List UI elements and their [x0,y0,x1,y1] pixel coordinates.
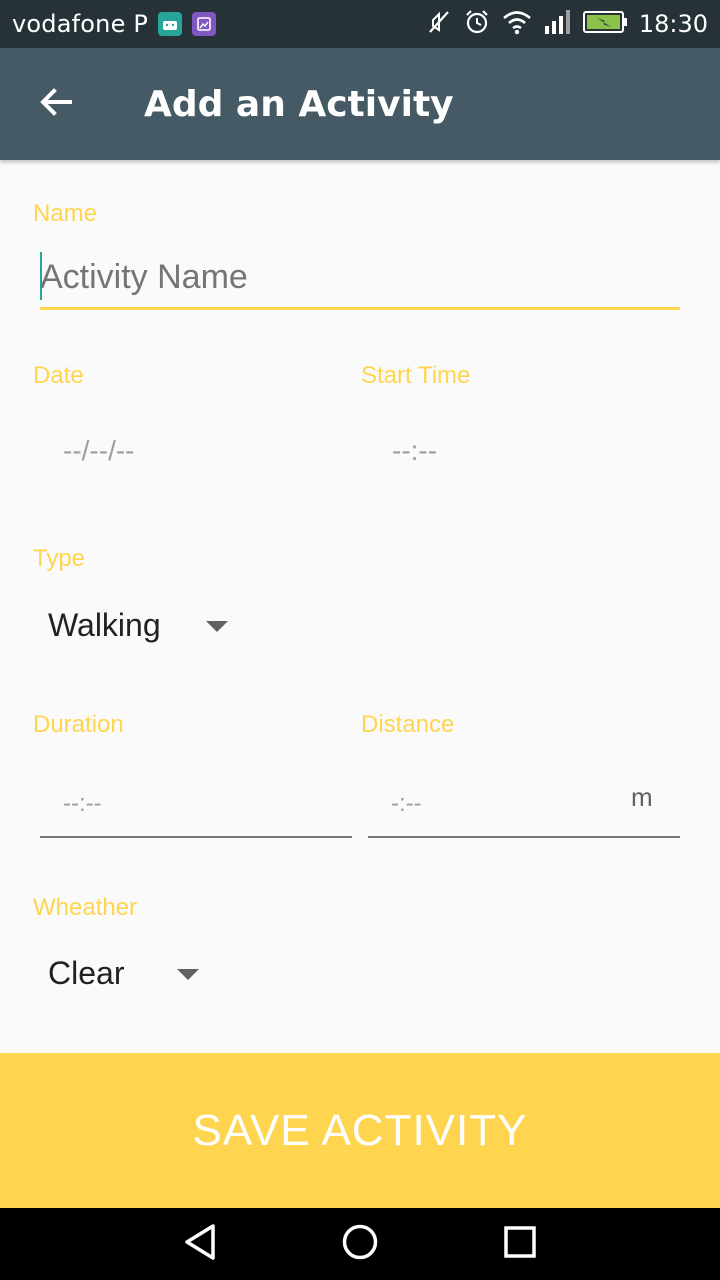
chevron-down-icon [177,969,199,980]
android-notification-icon [158,12,183,36]
type-selected-value: Walking [48,607,161,643]
status-bar: vodafone P 18:30 [0,0,720,48]
duration-label: Duration [33,711,124,738]
battery-charging-icon [582,9,629,39]
carrier-name: vodafone P [12,10,149,38]
duration-underline [40,836,352,838]
distance-unit: m [631,782,653,812]
status-left: vodafone P [12,10,217,38]
mute-icon [425,8,453,40]
date-picker[interactable]: --/--/-- [63,435,135,467]
status-time: 18:30 [638,10,708,38]
wifi-icon [501,8,533,40]
recents-square-icon [503,1225,537,1263]
page-title: Add an Activity [144,83,454,125]
weather-selected-value: Clear [48,955,125,991]
distance-field[interactable]: -:-- m [368,770,680,838]
distance-label: Distance [361,711,455,738]
chevron-down-icon [206,621,228,632]
home-circle-icon [341,1223,379,1265]
distance-placeholder: -:-- [391,790,422,817]
text-caret [40,252,42,300]
nav-recents-button[interactable] [460,1208,580,1280]
duration-field[interactable]: --:-- [40,770,352,838]
activity-name-input[interactable] [40,248,680,310]
save-activity-button[interactable]: SAVE ACTIVITY [0,1053,720,1208]
start-time-picker[interactable]: --:-- [392,435,437,467]
arrow-back-icon [38,84,74,124]
name-label: Name [33,200,98,227]
start-time-label: Start Time [361,362,471,389]
nav-home-button[interactable] [300,1208,420,1280]
date-label: Date [33,362,84,389]
nav-back-button[interactable] [140,1208,260,1280]
weather-spinner[interactable]: Clear [40,938,240,1010]
type-label: Type [33,545,86,572]
back-button[interactable] [0,48,112,160]
status-right: 18:30 [425,8,708,40]
type-spinner[interactable]: Walking [40,590,260,662]
image-notification-icon [192,12,217,36]
alarm-icon [463,8,491,40]
duration-placeholder: --:-- [63,790,102,817]
weather-label: Wheather [33,894,138,921]
navigation-bar [0,1208,720,1280]
app-bar: Add an Activity [0,48,720,160]
distance-underline [368,836,680,838]
signal-icon [543,8,573,40]
back-triangle-icon [182,1222,218,1266]
